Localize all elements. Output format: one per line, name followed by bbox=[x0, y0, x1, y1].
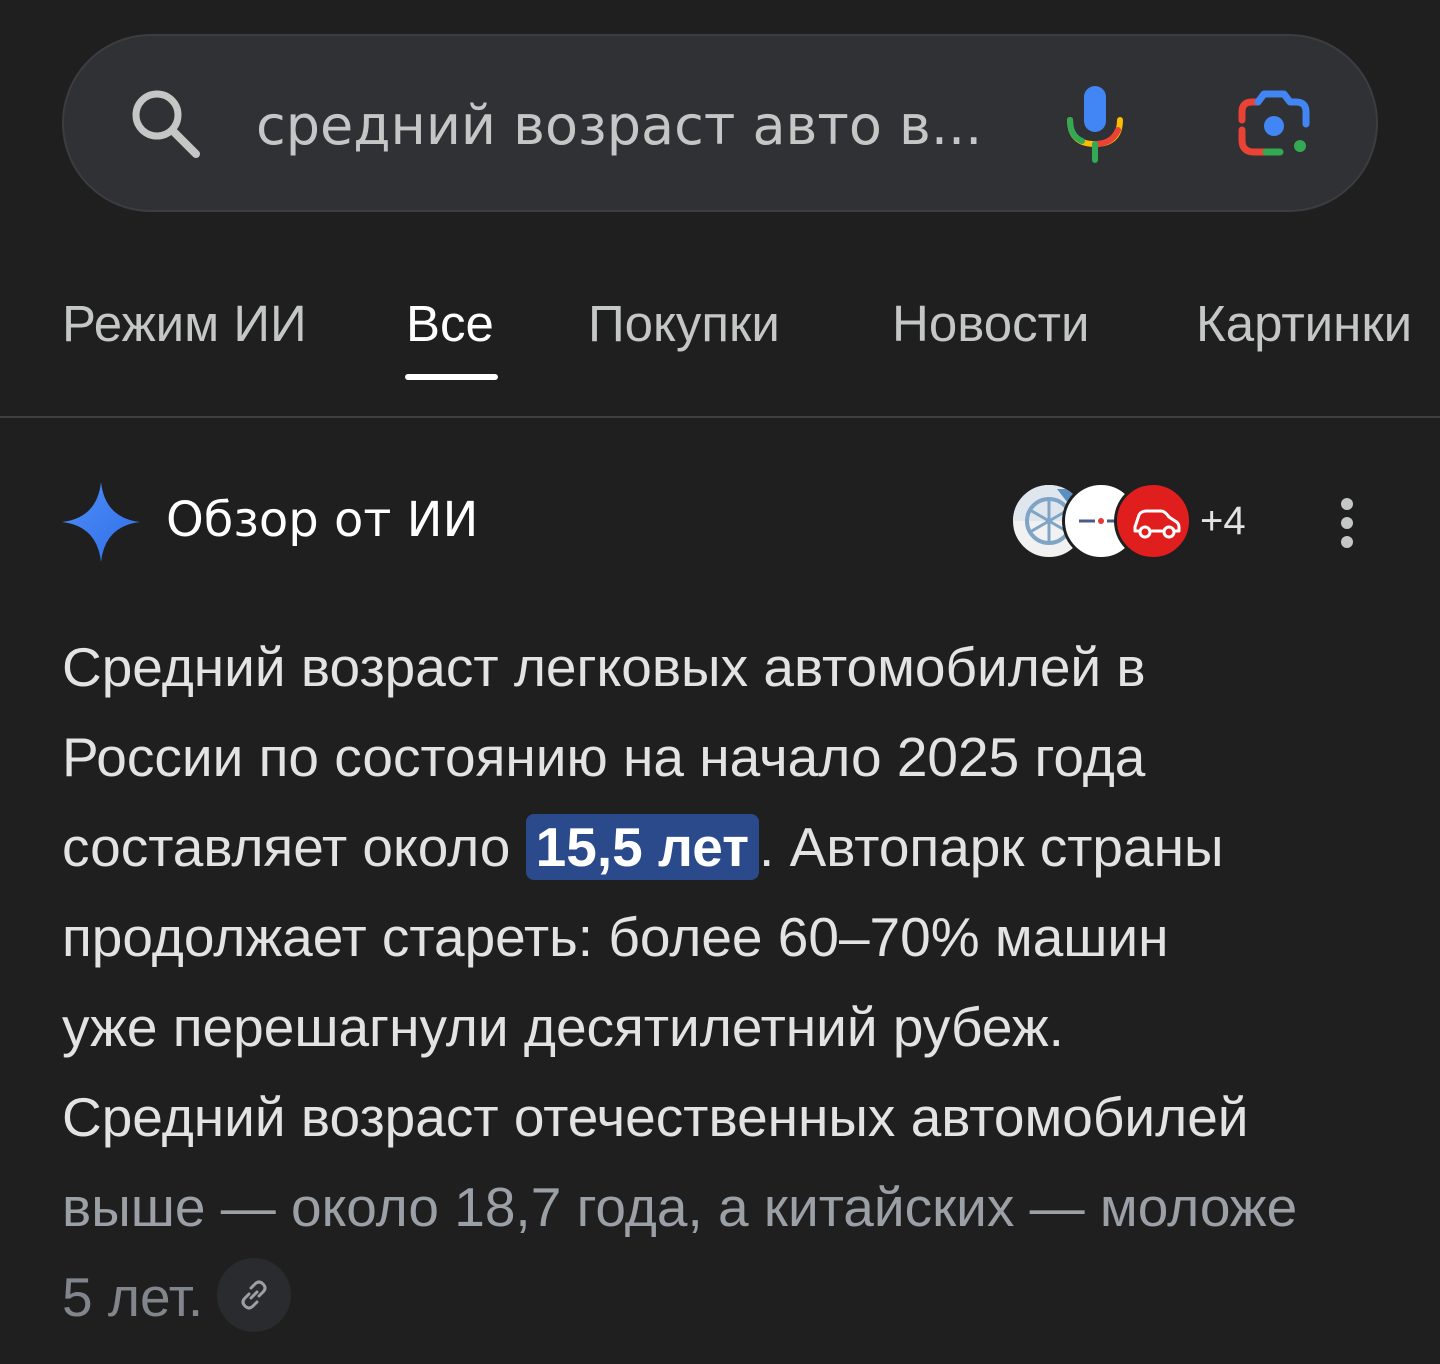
ai-overview-text: Средний возраст легковых автомобилей в Р… bbox=[62, 622, 1392, 1342]
overview-line: составляет около 15,5 лет. Автопарк стра… bbox=[62, 802, 1392, 892]
divider bbox=[0, 416, 1440, 418]
overview-text-segment: составляет около bbox=[62, 816, 526, 878]
overview-line: Средний возраст легковых автомобилей в bbox=[62, 636, 1146, 698]
more-options-icon[interactable] bbox=[1330, 496, 1364, 550]
source-avatars[interactable] bbox=[1010, 482, 1194, 562]
overview-text-segment: . Автопарк страны bbox=[759, 816, 1224, 878]
tab-news[interactable]: Новости bbox=[892, 294, 1089, 354]
link-icon bbox=[241, 1280, 267, 1310]
overview-line: Средний возраст отечественных автомобиле… bbox=[62, 1086, 1249, 1148]
tab-all[interactable]: Все bbox=[406, 294, 494, 354]
active-tab-indicator bbox=[405, 374, 498, 380]
tab-ai-mode[interactable]: Режим ИИ bbox=[62, 294, 307, 354]
source-avatar-3[interactable] bbox=[1114, 482, 1192, 560]
google-lens-icon[interactable] bbox=[1236, 90, 1312, 160]
car-icon bbox=[1133, 509, 1181, 539]
tab-shopping[interactable]: Покупки bbox=[588, 294, 780, 354]
ai-sparkle-icon bbox=[62, 482, 140, 562]
tab-bar: Режим ИИ Все Покупки Новости Картинки bbox=[0, 262, 1440, 418]
ai-overview-title: Обзор от ИИ bbox=[166, 492, 479, 548]
overview-line: продолжает стареть: более 60–70% машин bbox=[62, 906, 1169, 968]
search-input[interactable]: средний возраст авто в... bbox=[256, 94, 982, 158]
search-icon[interactable] bbox=[128, 86, 202, 160]
highlighted-answer: 15,5 лет bbox=[525, 814, 760, 880]
overview-line: уже перешагнули десятилетний рубеж. bbox=[62, 996, 1064, 1058]
source-link-button[interactable] bbox=[217, 1258, 292, 1333]
overview-line: 5 лет. bbox=[62, 1252, 1392, 1342]
overview-text-segment: 5 лет. bbox=[62, 1266, 204, 1328]
overview-line: выше — около 18,7 года, а китайских — мо… bbox=[62, 1176, 1298, 1238]
overview-line: России по состоянию на начало 2025 года bbox=[62, 726, 1146, 788]
tab-images[interactable]: Картинки bbox=[1196, 294, 1412, 354]
sources-more-count[interactable]: +4 bbox=[1200, 496, 1246, 546]
microphone-icon[interactable] bbox=[1062, 84, 1128, 164]
